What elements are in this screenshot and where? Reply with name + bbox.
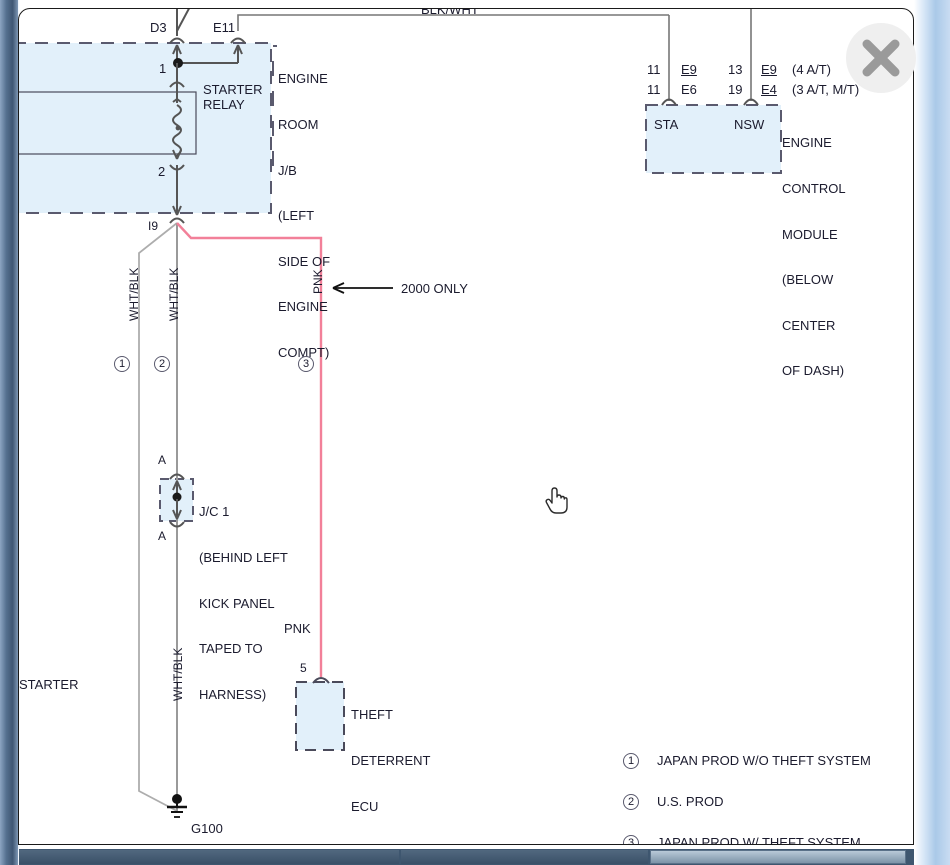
- label-connector-e11: E11: [213, 20, 236, 35]
- label-jc1-tag-bottom: A: [158, 529, 167, 543]
- label-wire-pnk-top: PNK: [311, 269, 325, 294]
- ecm-line-4: (BELOW: [782, 272, 834, 288]
- hscrollbar-track-middle[interactable]: [401, 850, 648, 864]
- label-wire-pnk-bottom: PNK: [284, 621, 311, 636]
- label-relay-pin-1: 1: [159, 61, 167, 76]
- label-starter: STARTER: [19, 677, 79, 692]
- erjb-line-1: ENGINE: [278, 71, 328, 87]
- theft-line-1: THEFT: [351, 707, 393, 723]
- wiring-diagram-svg: [19, 9, 782, 818]
- connector-symbol-i9: [169, 217, 185, 224]
- theft-deterrent-ecu-box: [295, 681, 345, 751]
- legend-text-2: U.S. PROD: [657, 794, 724, 809]
- jb-label-bracket: [272, 45, 277, 166]
- legend-marker-3: 3: [623, 835, 639, 844]
- erjb-line-2: ROOM: [278, 117, 319, 133]
- wire-d3-diagonal: [176, 9, 190, 32]
- label-sta-row1-num: 11: [647, 62, 661, 77]
- legend-marker-2: 2: [623, 794, 639, 810]
- ecm-line-3: MODULE: [782, 226, 838, 242]
- ecm-line-5: CENTER: [782, 317, 836, 333]
- label-ecm-description: ENGINE CONTROL MODULE (BELOW CENTER OF D…: [782, 105, 846, 409]
- label-engine-room-jb: ENGINE ROOM J/B (LEFT SIDE OF ENGINE COM…: [278, 41, 330, 391]
- label-jc1-description: J/C 1 (BEHIND LEFT KICK PANEL TAPED TO H…: [199, 474, 288, 732]
- ground-line-1: G100: [191, 821, 223, 837]
- label-nsw-row1-num: 13: [728, 62, 743, 77]
- hscrollbar-thumb[interactable]: [650, 850, 906, 864]
- label-relay-pin-2: 2: [158, 164, 166, 179]
- coil-center-dot: [175, 125, 181, 131]
- window-frame-right-edge: [914, 0, 950, 865]
- label-ground-description: G100 (FRONT OF LEFT FRONT FENDER): [191, 791, 271, 844]
- label-connector-d3: D3: [150, 20, 167, 35]
- hscrollbar-track-left[interactable]: [19, 850, 399, 864]
- label-connector-i9: I9: [148, 219, 159, 233]
- close-button[interactable]: [846, 23, 916, 93]
- label-nsw-row2-num: 19: [728, 82, 743, 97]
- theft-line-2: DETERRENT: [351, 753, 431, 769]
- diagram-page-inner: BLK/WHT D3 E11 I9 1 2 STARTER RELAY ENGI…: [19, 8, 913, 845]
- ecm-line-1: ENGINE: [782, 135, 832, 151]
- jc1-line-2: (BEHIND LEFT: [199, 550, 288, 566]
- jc1-line-4: TAPED TO: [199, 641, 263, 657]
- label-wire-whtblk-2: WHT/BLK: [167, 267, 181, 321]
- horizontal-scrollbar[interactable]: [19, 849, 914, 865]
- erjb-line-3: J/B: [278, 162, 297, 178]
- label-variant-4at: (4 A/T): [792, 62, 832, 77]
- theft-line-4: (BEHIND DASH,: [351, 844, 448, 845]
- theft-line-3: ECU: [351, 798, 379, 814]
- label-2000-only: 2000 ONLY: [401, 281, 468, 296]
- label-starter-relay-line2: RELAY: [203, 97, 245, 112]
- ecm-line-6: OF DASH): [782, 363, 845, 379]
- label-sta-row1-code: E9: [681, 62, 697, 77]
- label-wire-whtblk-1: WHT/BLK: [127, 267, 141, 321]
- diagram-viewer-window: BLK/WHT D3 E11 I9 1 2 STARTER RELAY ENGI…: [0, 0, 950, 865]
- diagram-page: BLK/WHT D3 E11 I9 1 2 STARTER RELAY ENGI…: [18, 8, 914, 845]
- label-sta-row2-code: E6: [681, 82, 697, 97]
- jc1-line-1: J/C 1: [199, 504, 230, 520]
- branch-marker-1: 1: [114, 356, 130, 372]
- erjb-line-6: ENGINE: [278, 299, 328, 315]
- label-jc1-tag-top: A: [158, 453, 167, 467]
- close-x-icon: [862, 39, 900, 77]
- jc1-line-3: KICK PANEL: [199, 595, 275, 611]
- legend-text-3: JAPAN PROD W/ THEFT SYSTEM: [657, 835, 861, 845]
- label-nsw-row2-code: E4: [761, 82, 777, 97]
- label-blkwht: BLK/WHT: [421, 8, 479, 17]
- erjb-line-4: (LEFT: [278, 208, 315, 224]
- label-theft-ecu-pin: 5: [300, 661, 307, 675]
- label-nsw-row1-code: E9: [761, 62, 777, 77]
- erjb-line-5: SIDE OF: [278, 253, 331, 269]
- wiring-diagram-canvas[interactable]: BLK/WHT D3 E11 I9 1 2 STARTER RELAY ENGI…: [19, 8, 913, 845]
- legend-marker-1: 1: [623, 753, 639, 769]
- wire-blkwht-top-rail: [237, 14, 669, 31]
- legend-text-1: JAPAN PROD W/O THEFT SYSTEM: [657, 753, 871, 768]
- label-theft-ecu-description: THEFT DETERRENT ECU (BEHIND DASH, ABOVE …: [351, 677, 448, 845]
- ecm-box: [645, 104, 782, 174]
- ecm-line-2: CONTROL: [782, 181, 846, 197]
- branch-marker-3: 3: [298, 356, 314, 372]
- starter-relay-coil-box: [19, 91, 197, 155]
- label-ecm-pin-sta: STA: [654, 117, 679, 132]
- window-frame-left-edge: [0, 0, 18, 865]
- label-starter-relay-line1: STARTER: [203, 82, 263, 97]
- label-wire-whtblk-3: WHT/BLK: [171, 647, 185, 701]
- branch-marker-2: 2: [154, 356, 170, 372]
- label-ecm-pin-nsw: NSW: [734, 117, 765, 132]
- label-sta-row2-num: 11: [647, 82, 661, 97]
- jc1-line-5: HARNESS): [199, 686, 267, 702]
